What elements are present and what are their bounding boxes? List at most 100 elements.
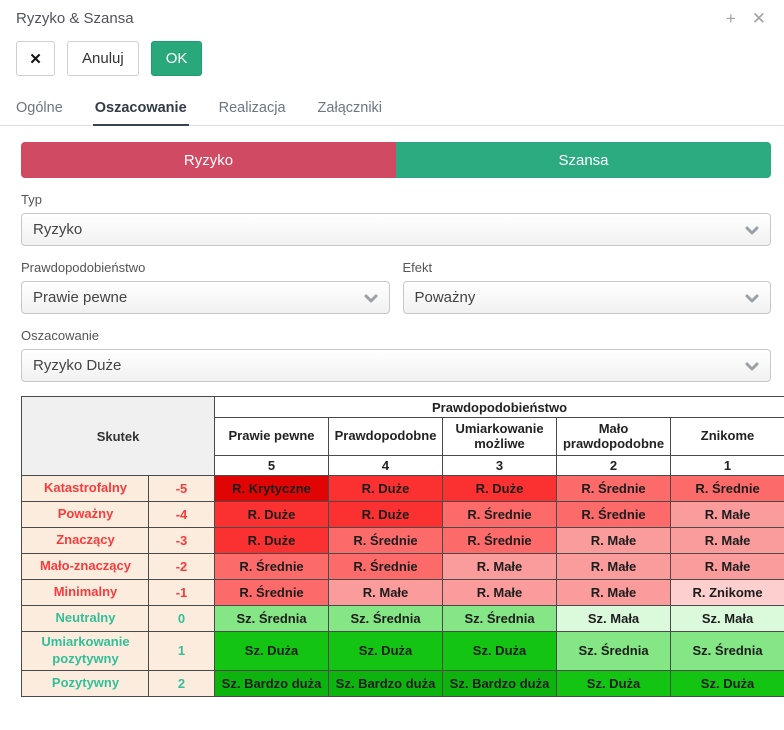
matrix-column-value: 1: [671, 456, 784, 476]
matrix-cell: Sz. Bardzo duża: [215, 670, 329, 696]
matrix-cell: Sz. Duża: [557, 670, 671, 696]
matrix-cell: R. Duże: [329, 476, 443, 502]
matrix-row-value: -3: [149, 528, 215, 554]
matrix-cell: R. Małe: [443, 580, 557, 606]
matrix-cell: Sz. Mała: [557, 606, 671, 632]
matrix-cell: R. Małe: [557, 580, 671, 606]
matrix-corner-header: Skutek: [22, 397, 215, 476]
matrix-column-value: 3: [443, 456, 557, 476]
matrix-row-label: Poważny: [22, 502, 149, 528]
matrix-row-label: Mało-znaczący: [22, 554, 149, 580]
matrix-cell: R. Duże: [329, 502, 443, 528]
toggle-risk-button[interactable]: Ryzyko: [21, 142, 396, 178]
matrix-row: Umiarkowanie pozytywny1Sz. DużaSz. DużaS…: [22, 632, 784, 671]
risk-chance-toggle: Ryzyko Szansa: [21, 142, 771, 178]
matrix-cell: R. Duże: [215, 502, 329, 528]
matrix-cell: Sz. Duża: [443, 632, 557, 671]
matrix-group-header: Prawdopodobieństwo: [215, 397, 784, 418]
matrix-cell: R. Małe: [557, 528, 671, 554]
matrix-cell: R. Średnie: [215, 580, 329, 606]
matrix-body: Katastrofalny-5R. KrytyczneR. DużeR. Duż…: [22, 476, 784, 697]
matrix-cell: R. Małe: [329, 580, 443, 606]
chevron-down-icon: [363, 290, 379, 306]
matrix-cell: R. Średnie: [443, 502, 557, 528]
matrix-row-value: -4: [149, 502, 215, 528]
tab-ogolne[interactable]: Ogólne: [14, 96, 65, 126]
matrix-cell: R. Średnie: [329, 554, 443, 580]
matrix-cell: R. Duże: [443, 476, 557, 502]
chevron-down-icon: [744, 222, 760, 238]
matrix-head: SkutekPrawdopodobieństwoPrawie pewnePraw…: [22, 397, 784, 476]
estimate-select-value: Ryzyko Duże: [33, 357, 744, 374]
page-title: Ryzyko & Szansa: [16, 10, 134, 27]
tab-realizacja[interactable]: Realizacja: [217, 96, 288, 126]
estimate-label: Oszacowanie: [21, 328, 784, 343]
chevron-down-icon: [744, 290, 760, 306]
matrix-row-value: -5: [149, 476, 215, 502]
matrix-column-value: 4: [329, 456, 443, 476]
matrix-cell: R. Duże: [215, 528, 329, 554]
matrix-row-label: Znaczący: [22, 528, 149, 554]
matrix-row-value: -1: [149, 580, 215, 606]
probability-select-value: Prawie pewne: [33, 289, 363, 306]
matrix-row: Neutralny0Sz. ŚredniaSz. ŚredniaSz. Śred…: [22, 606, 784, 632]
ok-button[interactable]: OK: [151, 41, 203, 76]
matrix-cell: Sz. Średnia: [443, 606, 557, 632]
toggle-chance-button[interactable]: Szansa: [396, 142, 771, 178]
matrix-cell: R. Małe: [671, 554, 784, 580]
risk-matrix: SkutekPrawdopodobieństwoPrawie pewnePraw…: [21, 396, 784, 697]
matrix-row: Poważny-4R. DużeR. DużeR. ŚrednieR. Śred…: [22, 502, 784, 528]
matrix-cell: Sz. Bardzo duża: [329, 670, 443, 696]
matrix-column-value: 2: [557, 456, 671, 476]
matrix-cell: Sz. Duża: [329, 632, 443, 671]
type-label: Typ: [21, 192, 784, 207]
matrix-row-label: Pozytywny: [22, 670, 149, 696]
probability-select[interactable]: Prawie pewne: [21, 281, 390, 314]
matrix-cell: R. Średnie: [215, 554, 329, 580]
type-select-value: Ryzyko: [33, 221, 744, 238]
close-button[interactable]: ✕: [16, 41, 55, 76]
matrix-column-header: Prawdopodobne: [329, 418, 443, 456]
matrix-row-value: 0: [149, 606, 215, 632]
matrix-row: Mało-znaczący-2R. ŚrednieR. ŚrednieR. Ma…: [22, 554, 784, 580]
matrix-row: Znaczący-3R. DużeR. ŚrednieR. ŚrednieR. …: [22, 528, 784, 554]
matrix-cell: R. Małe: [671, 502, 784, 528]
toolbar: ✕ Anuluj OK: [0, 27, 784, 90]
matrix-cell: Sz. Średnia: [671, 632, 784, 671]
add-icon[interactable]: +: [726, 10, 736, 27]
cancel-button[interactable]: Anuluj: [67, 41, 139, 76]
matrix-row-value: 2: [149, 670, 215, 696]
matrix-cell: R. Średnie: [329, 528, 443, 554]
matrix-cell: R. Średnie: [557, 502, 671, 528]
effect-select[interactable]: Poważny: [403, 281, 772, 314]
matrix-row-value: -2: [149, 554, 215, 580]
matrix-column-header: Umiarkowanie możliwe: [443, 418, 557, 456]
effect-label: Efekt: [403, 260, 772, 275]
matrix-cell: R. Małe: [671, 528, 784, 554]
matrix-cell: R. Krytyczne: [215, 476, 329, 502]
matrix-cell: Sz. Średnia: [215, 606, 329, 632]
tab-zalaczniki[interactable]: Załączniki: [316, 96, 384, 126]
tab-bar: Ogólne Oszacowanie Realizacja Załączniki: [0, 90, 784, 126]
close-icon[interactable]: ✕: [752, 10, 766, 27]
tab-oszacowanie[interactable]: Oszacowanie: [93, 96, 189, 126]
estimate-select[interactable]: Ryzyko Duże: [21, 349, 771, 382]
matrix-row-label: Minimalny: [22, 580, 149, 606]
matrix-column-value: 5: [215, 456, 329, 476]
matrix-row-label: Neutralny: [22, 606, 149, 632]
matrix-cell: R. Średnie: [671, 476, 784, 502]
matrix-cell: Sz. Duża: [215, 632, 329, 671]
matrix-cell: Sz. Średnia: [557, 632, 671, 671]
matrix-cell: Sz. Duża: [671, 670, 784, 696]
matrix-row: Minimalny-1R. ŚrednieR. MałeR. MałeR. Ma…: [22, 580, 784, 606]
matrix-column-header: Znikome: [671, 418, 784, 456]
matrix-row: Pozytywny2Sz. Bardzo dużaSz. Bardzo duża…: [22, 670, 784, 696]
chevron-down-icon: [744, 358, 760, 374]
type-select[interactable]: Ryzyko: [21, 213, 771, 246]
matrix-column-header: Prawie pewne: [215, 418, 329, 456]
matrix-cell: R. Małe: [557, 554, 671, 580]
effect-select-value: Poważny: [415, 289, 745, 306]
matrix-row-value: 1: [149, 632, 215, 671]
matrix-row-label: Katastrofalny: [22, 476, 149, 502]
matrix-cell: Sz. Mała: [671, 606, 784, 632]
